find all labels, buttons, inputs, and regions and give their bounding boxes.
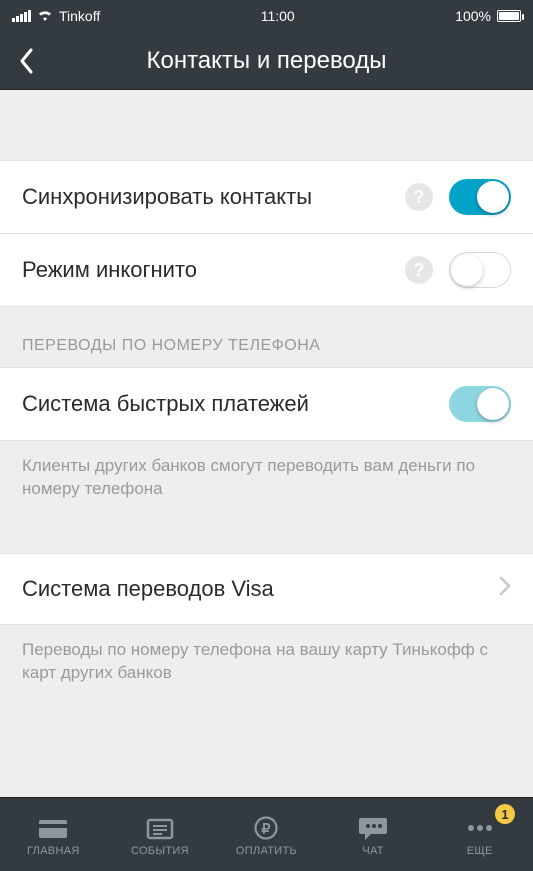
- more-icon: [464, 813, 496, 843]
- app-screen: Tinkoff 11:00 100% Контакты и переводы С…: [0, 0, 533, 871]
- status-bar: Tinkoff 11:00 100%: [0, 0, 533, 32]
- tab-label: ЕЩЕ: [467, 845, 493, 857]
- row-label: Синхронизировать контакты: [22, 183, 405, 211]
- wifi-icon: [37, 8, 53, 24]
- page-title: Контакты и переводы: [44, 47, 489, 75]
- back-button[interactable]: [8, 43, 44, 79]
- row-visa[interactable]: Система переводов Visa: [0, 553, 533, 625]
- tab-badge: 1: [495, 804, 515, 824]
- battery-icon: [497, 10, 521, 22]
- carrier-label: Tinkoff: [59, 8, 100, 24]
- tab-chat[interactable]: ЧАТ: [320, 798, 427, 871]
- signal-icon: [12, 10, 31, 22]
- content-area: Синхронизировать контакты ? Режим инкогн…: [0, 90, 533, 797]
- help-icon[interactable]: ?: [405, 256, 433, 284]
- toggle-sbp[interactable]: [449, 386, 511, 422]
- tab-label: СОБЫТИЯ: [131, 845, 189, 857]
- row-label: Режим инкогнито: [22, 256, 405, 284]
- battery-percent: 100%: [455, 8, 491, 24]
- tab-home[interactable]: ГЛАВНАЯ: [0, 798, 107, 871]
- tab-events[interactable]: СОБЫТИЯ: [107, 798, 214, 871]
- row-label: Система быстрых платежей: [22, 390, 449, 418]
- row-sbp: Система быстрых платежей: [0, 367, 533, 441]
- toggle-sync-contacts[interactable]: [449, 179, 511, 215]
- chevron-right-icon: [499, 576, 511, 601]
- toggle-incognito[interactable]: [449, 252, 511, 288]
- help-icon[interactable]: ?: [405, 183, 433, 211]
- row-sync-contacts: Синхронизировать контакты ?: [0, 160, 533, 234]
- status-time: 11:00: [261, 8, 295, 24]
- tab-bar: ГЛАВНАЯ СОБЫТИЯ ₽ ОПЛАТИТЬ ЧАТ ЕЩЕ 1: [0, 797, 533, 871]
- section-header-transfers: ПЕРЕВОДЫ ПО НОМЕРУ ТЕЛЕФОНА: [0, 307, 533, 367]
- chat-icon: [357, 813, 389, 843]
- tab-pay[interactable]: ₽ ОПЛАТИТЬ: [213, 798, 320, 871]
- tab-label: ЧАТ: [362, 845, 383, 857]
- card-icon: [37, 813, 69, 843]
- row-incognito: Режим инкогнито ?: [0, 234, 533, 307]
- chevron-left-icon: [18, 48, 34, 74]
- svg-text:₽: ₽: [262, 820, 271, 836]
- section-footer-sbp: Клиенты других банков смогут переводить …: [0, 441, 533, 527]
- tab-label: ГЛАВНАЯ: [27, 845, 80, 857]
- row-label: Система переводов Visa: [22, 575, 499, 603]
- tab-label: ОПЛАТИТЬ: [236, 845, 297, 857]
- ruble-icon: ₽: [250, 813, 282, 843]
- status-left: Tinkoff: [12, 8, 100, 24]
- list-icon: [144, 813, 176, 843]
- section-footer-visa: Переводы по номеру телефона на вашу карт…: [0, 625, 533, 711]
- nav-bar: Контакты и переводы: [0, 32, 533, 90]
- tab-more[interactable]: ЕЩЕ 1: [426, 798, 533, 871]
- status-right: 100%: [455, 8, 521, 24]
